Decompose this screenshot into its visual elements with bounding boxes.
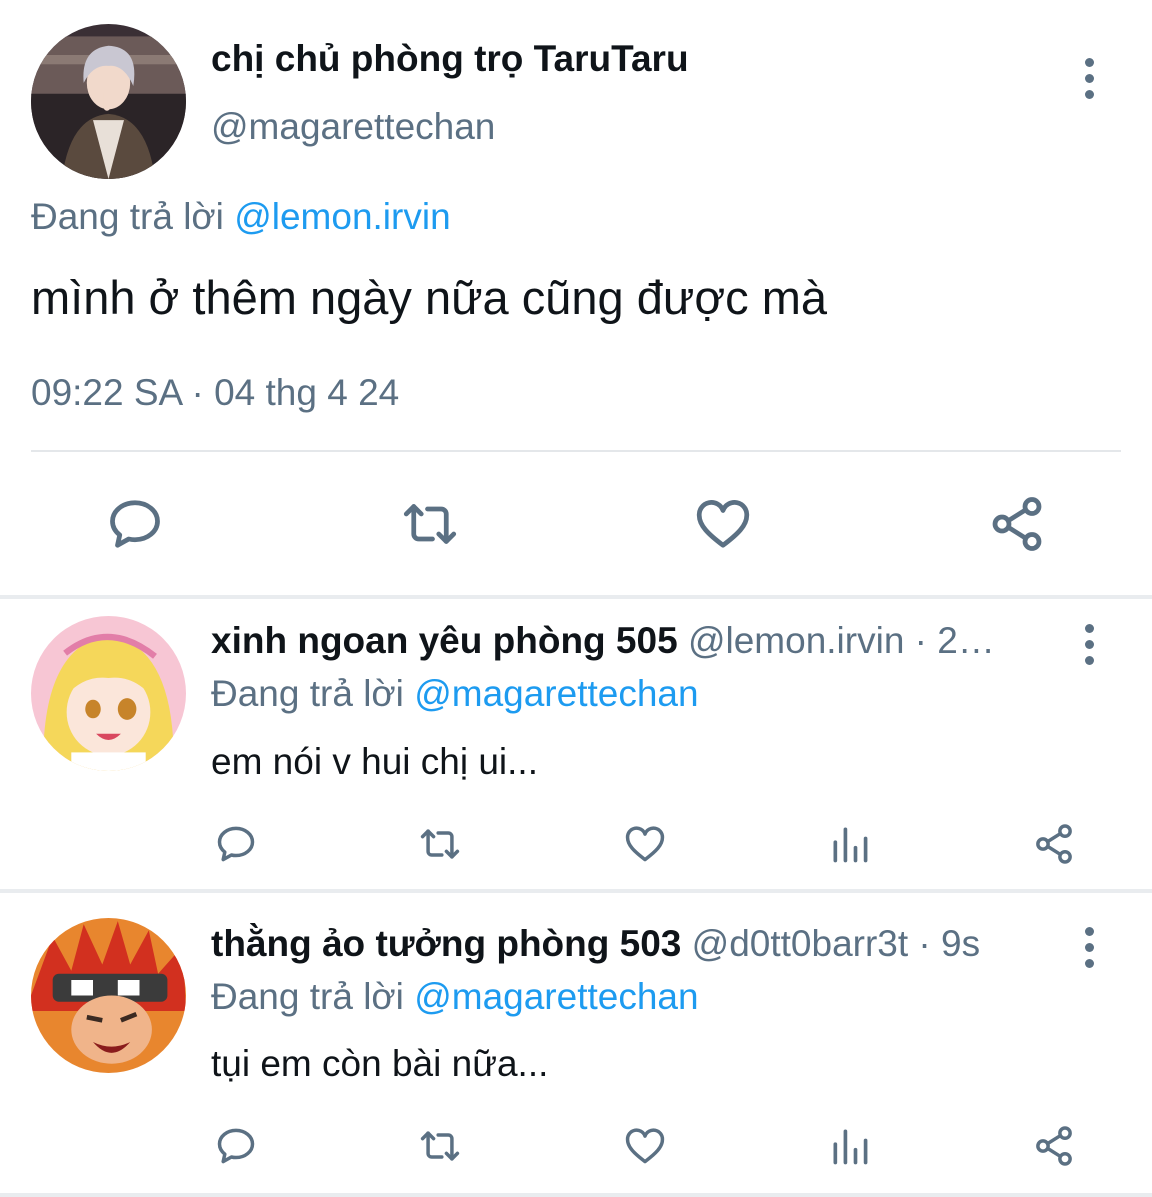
reply-icon[interactable]	[214, 822, 258, 866]
divider	[31, 450, 1121, 452]
avatar-illustration	[31, 24, 186, 179]
share-icon[interactable]	[1031, 822, 1077, 866]
retweet-icon[interactable]	[414, 1124, 466, 1168]
like-icon[interactable]	[692, 494, 754, 554]
replying-mention[interactable]: @magarettechan	[414, 976, 698, 1017]
author-handle[interactable]: @magarettechan	[211, 106, 495, 148]
replying-label: Đang trả lời	[211, 976, 404, 1017]
author-name[interactable]: chị chủ phòng trọ TaruTaru	[211, 38, 689, 80]
replying-mention[interactable]: @lemon.irvin	[234, 196, 450, 237]
like-icon[interactable]	[622, 822, 668, 866]
reply-header: xinh ngoan yêu phòng 505 @lemon.irvin · …	[211, 620, 1051, 662]
reply-header: thằng ảo tưởng phòng 503 @d0tt0barr3t · …	[211, 923, 1051, 965]
retweet-icon[interactable]	[414, 822, 466, 866]
retweet-icon[interactable]	[397, 494, 463, 554]
divider	[0, 1193, 1152, 1197]
replying-label: Đang trả lời	[211, 673, 404, 714]
replying-to: Đang trả lời @magarettechan	[211, 976, 699, 1018]
author-meta[interactable]: @d0tt0barr3t · 9s	[692, 923, 980, 964]
like-icon[interactable]	[622, 1124, 668, 1168]
share-icon[interactable]	[986, 494, 1048, 554]
replying-to: Đang trả lời @magarettechan	[211, 673, 699, 715]
author-meta[interactable]: @lemon.irvin · 2…	[688, 620, 995, 661]
main-tweet: chị chủ phòng trọ TaruTaru @magarettecha…	[0, 0, 1152, 596]
tweet-text: tụi em còn bài nữa...	[211, 1043, 549, 1084]
divider	[0, 889, 1152, 893]
views-icon[interactable]	[828, 822, 872, 866]
author-avatar[interactable]	[31, 24, 186, 179]
views-icon[interactable]	[828, 1124, 872, 1168]
reply-tweet[interactable]: thằng ảo tưởng phòng 503 @d0tt0barr3t · …	[0, 894, 1152, 1193]
replying-label: Đang trả lời	[31, 196, 224, 237]
author-name[interactable]: xinh ngoan yêu phòng 505	[211, 620, 678, 661]
tweet-timestamp[interactable]: 09:22 SA · 04 thg 4 24	[31, 372, 399, 414]
author-avatar[interactable]	[31, 616, 186, 771]
replying-to: Đang trả lời @lemon.irvin	[31, 196, 451, 238]
reply-icon[interactable]	[105, 494, 165, 554]
tweet-text: mình ở thêm ngày nữa cũng được mà	[31, 271, 827, 324]
reply-tweet[interactable]: xinh ngoan yêu phòng 505 @lemon.irvin · …	[0, 600, 1152, 889]
author-avatar[interactable]	[31, 918, 186, 1073]
tweet-text: em nói v hui chị ui...	[211, 741, 538, 782]
share-icon[interactable]	[1031, 1124, 1077, 1168]
divider	[0, 595, 1152, 599]
avatar-illustration	[31, 616, 186, 771]
avatar-illustration	[31, 918, 186, 1073]
reply-icon[interactable]	[214, 1124, 258, 1168]
more-options-icon[interactable]	[1079, 58, 1099, 99]
replying-mention[interactable]: @magarettechan	[414, 673, 698, 714]
more-options-icon[interactable]	[1079, 927, 1099, 968]
author-name[interactable]: thằng ảo tưởng phòng 503	[211, 923, 681, 964]
more-options-icon[interactable]	[1079, 624, 1099, 665]
